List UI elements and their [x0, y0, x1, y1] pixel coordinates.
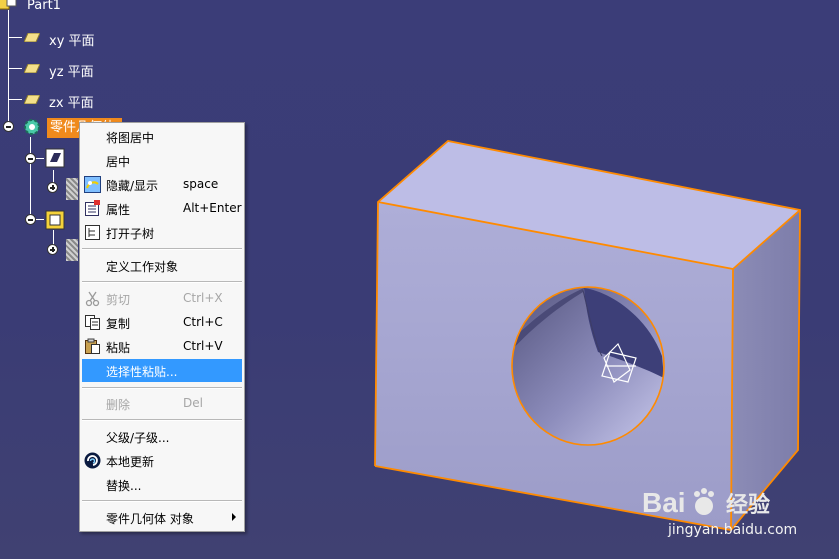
- menu-item-copy[interactable]: 复制 Ctrl+C: [82, 311, 242, 334]
- menu-item-body-object-submenu[interactable]: 零件几何体 对象: [82, 506, 242, 529]
- collapse-node-button[interactable]: [25, 153, 36, 164]
- scissors-icon: [85, 291, 100, 307]
- submenu-arrow-icon: [232, 513, 236, 521]
- menu-item-delete[interactable]: 删除 Del: [82, 392, 242, 415]
- collapse-node-button[interactable]: [25, 214, 36, 225]
- plane-icon: [24, 64, 40, 73]
- menu-separator: [82, 419, 242, 421]
- menu-item-reframe-on[interactable]: 将图居中: [82, 125, 242, 148]
- copy-icon: [85, 315, 100, 330]
- menu-item-paste[interactable]: 粘贴 Ctrl+V: [82, 335, 242, 358]
- pad-feature-icon[interactable]: [45, 148, 65, 168]
- menu-item-local-update[interactable]: 本地更新: [82, 449, 242, 472]
- menu-separator: [82, 248, 242, 250]
- gear-icon[interactable]: [22, 117, 42, 137]
- paste-icon: [85, 338, 100, 354]
- pocket-feature-icon[interactable]: [45, 210, 65, 230]
- menu-separator: [82, 500, 242, 502]
- tree-root-label[interactable]: Part1: [27, 0, 61, 13]
- tree-item-xy-plane[interactable]: xy 平面: [49, 30, 95, 49]
- menu-item-paste-special[interactable]: 选择性粘贴...: [82, 359, 242, 382]
- watermark-url: jingyan.baidu.com: [668, 522, 798, 538]
- context-menu: 将图居中 居中 隐藏/显示 space 属性 Alt+Enter 打开子树 定义…: [79, 122, 245, 532]
- menu-item-cut[interactable]: 剪切 Ctrl+X: [82, 287, 242, 310]
- tree-item-zx-plane[interactable]: zx 平面: [49, 92, 94, 111]
- sketch-icon: [66, 239, 78, 261]
- part-root-icon[interactable]: [0, 0, 19, 14]
- expand-node-button[interactable]: [47, 182, 58, 193]
- 3d-viewport[interactable]: Part1 xy 平面 yz 平面 zx 平面 零件几何体: [0, 0, 839, 559]
- svg-text:经验: 经验: [726, 492, 770, 518]
- svg-text:Bai: Bai: [642, 487, 686, 518]
- properties-icon: [85, 200, 100, 216]
- menu-item-replace[interactable]: 替换...: [82, 473, 242, 496]
- tree-item-yz-plane[interactable]: yz 平面: [49, 61, 94, 80]
- open-subtree-icon: [85, 225, 100, 240]
- plane-icon: [24, 33, 40, 42]
- menu-item-open-subtree[interactable]: 打开子树: [82, 221, 242, 244]
- menu-item-parents-children[interactable]: 父级/子级...: [82, 425, 242, 448]
- menu-separator: [82, 387, 242, 389]
- hide-show-icon: [84, 176, 101, 193]
- plane-icon: [24, 95, 40, 104]
- sketch-icon: [66, 178, 78, 200]
- menu-item-center-on[interactable]: 居中: [82, 149, 242, 172]
- local-update-icon: [84, 452, 101, 469]
- menu-item-properties[interactable]: 属性 Alt+Enter: [82, 197, 242, 220]
- collapse-node-button[interactable]: [3, 121, 14, 132]
- menu-item-define-work-object[interactable]: 定义工作对象: [82, 254, 242, 277]
- menu-separator: [82, 281, 242, 283]
- menu-item-hide-show[interactable]: 隐藏/显示 space: [82, 173, 242, 196]
- expand-node-button[interactable]: [47, 244, 58, 255]
